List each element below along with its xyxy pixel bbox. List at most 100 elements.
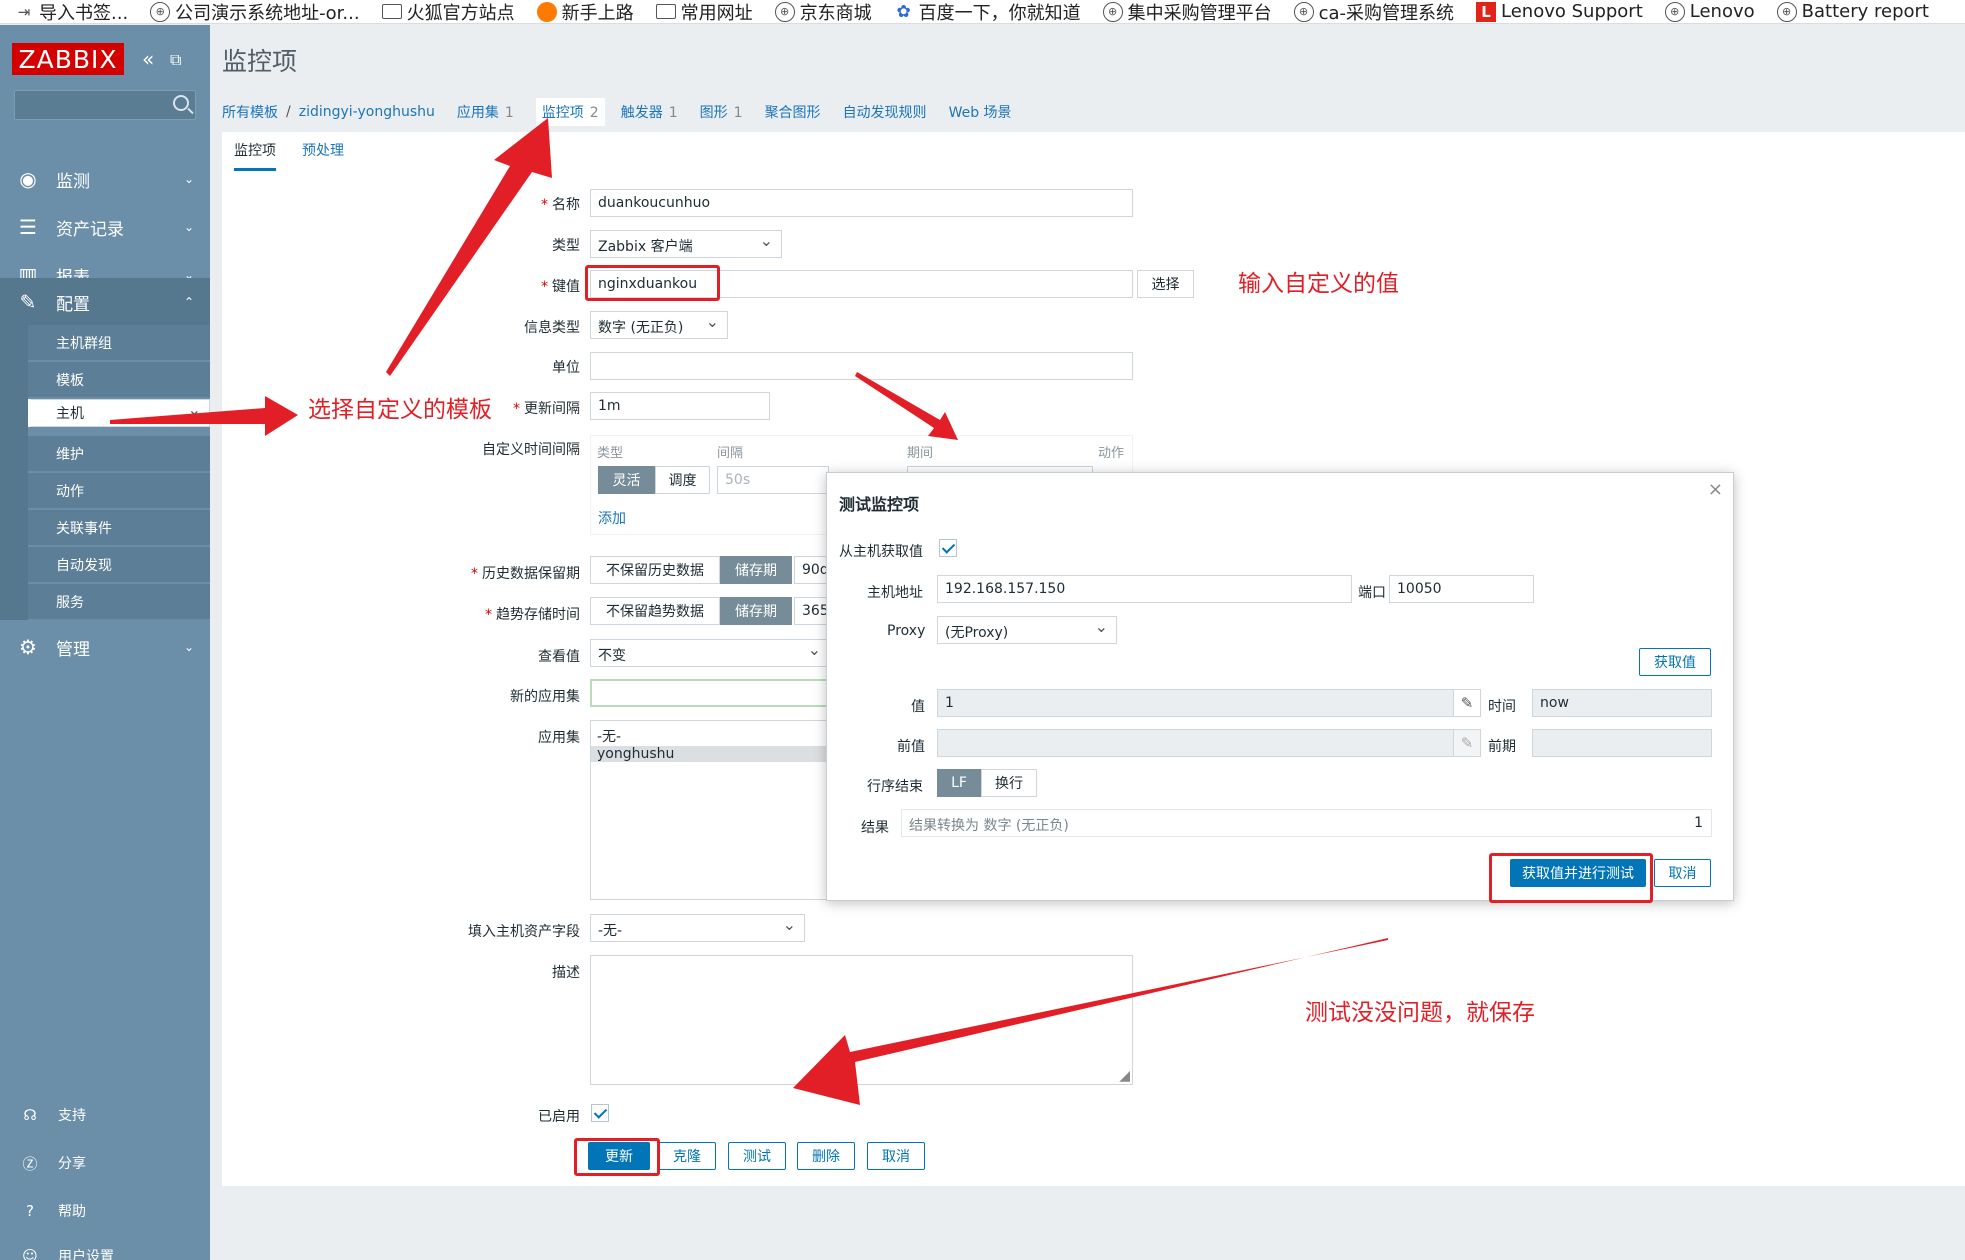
- search-icon[interactable]: [173, 95, 189, 111]
- tab-applications[interactable]: 应用集 1: [457, 102, 514, 122]
- footer-support[interactable]: ☊ 支持: [0, 1097, 210, 1133]
- tab-preprocessing[interactable]: 预处理: [302, 140, 344, 160]
- inventory-select[interactable]: -无-: [590, 914, 805, 942]
- prev-value-input[interactable]: [937, 729, 1454, 757]
- sidebar-item-discovery[interactable]: 自动发现: [28, 547, 210, 583]
- history-do-not-keep-button[interactable]: 不保留历史数据: [590, 556, 720, 584]
- proxy-select[interactable]: (无Proxy): [937, 616, 1117, 644]
- new-application-input[interactable]: [590, 679, 830, 707]
- eol-lf-button[interactable]: LF: [937, 769, 981, 797]
- zabbix-logo[interactable]: ZABBIX: [12, 43, 124, 75]
- port-input[interactable]: 10050: [1389, 575, 1534, 603]
- tab-item[interactable]: 监控项: [234, 140, 276, 171]
- trends-storage-button[interactable]: 储存期: [720, 597, 792, 625]
- bookmark-procurement[interactable]: ⊕ 集中采购管理平台: [1102, 0, 1272, 23]
- key-select-button[interactable]: 选择: [1137, 270, 1194, 298]
- eol-crlf-button[interactable]: 换行: [981, 769, 1037, 797]
- sidebar-item-hosts[interactable]: 主机: [28, 399, 210, 427]
- globe-icon: ⊕: [1102, 1, 1123, 22]
- from-host-label: 从主机获取值: [839, 544, 923, 560]
- bookmark-lenovo[interactable]: ⊕ Lenovo: [1664, 1, 1755, 22]
- bookmark-battery[interactable]: ⊕ Battery report: [1776, 1, 1929, 22]
- application-option-yonghushu[interactable]: yonghushu: [591, 746, 829, 762]
- unit-input[interactable]: [590, 352, 1133, 380]
- sidebar-item-inventory[interactable]: ☰ 资产记录 ⌄: [0, 205, 210, 249]
- sidebar-item-services[interactable]: 服务: [28, 584, 210, 620]
- sidebar-item-actions[interactable]: 动作: [28, 473, 210, 509]
- new-application-label: 新的应用集: [510, 689, 580, 705]
- kiosk-icon[interactable]: ⧉: [170, 50, 181, 70]
- trends-label: * 趋势存储时间: [485, 607, 580, 623]
- cancel-button[interactable]: 取消: [867, 1142, 925, 1170]
- tab-graphs[interactable]: 图形 1: [700, 102, 743, 122]
- dialog-cancel-button[interactable]: 取消: [1654, 859, 1711, 887]
- close-icon[interactable]: ×: [1708, 479, 1723, 500]
- sidebar-item-config[interactable]: ✎ 配置 ⌃: [0, 278, 210, 326]
- delete-button[interactable]: 删除: [797, 1142, 855, 1170]
- bookmarks-bar: ⇥ 导入书签... ⊕ 公司演示系统地址-or... 火狐官方站点 新手上路 常用网…: [0, 0, 1965, 24]
- trends-do-not-keep-button[interactable]: 不保留趋势数据: [590, 597, 720, 625]
- tab-triggers[interactable]: 触发器 1: [621, 102, 678, 122]
- bookmark-getting-started[interactable]: 新手上路: [536, 0, 634, 23]
- custom-interval-input[interactable]: 50s: [717, 466, 829, 494]
- description-textarea[interactable]: ◢: [590, 955, 1133, 1085]
- info-type-select[interactable]: 数字 (无正负): [590, 311, 728, 339]
- get-value-button[interactable]: 获取值: [1639, 648, 1711, 676]
- bookmark-import[interactable]: ⇥ 导入书签...: [14, 0, 128, 24]
- collapse-icon[interactable]: «: [142, 47, 154, 71]
- tab-screens[interactable]: 聚合图形: [765, 102, 821, 122]
- breadcrumb-template[interactable]: zidingyi-yonghushu: [299, 104, 435, 120]
- application-option-none[interactable]: -无-: [591, 721, 829, 746]
- pencil-icon[interactable]: ✎: [1453, 689, 1481, 717]
- resize-handle-icon[interactable]: ◢: [1119, 1068, 1130, 1084]
- tab-web-scenarios[interactable]: Web 场景: [949, 102, 1012, 122]
- show-value-select[interactable]: 不变: [590, 639, 830, 667]
- custom-flexible-button[interactable]: 灵活: [598, 466, 655, 494]
- tab-discovery-rules[interactable]: 自动发现规则: [843, 102, 927, 122]
- sidebar-item-maintenance[interactable]: 维护: [28, 436, 210, 472]
- annotation-box-test-button: [1489, 853, 1653, 903]
- sidebar-item-monitor[interactable]: ◉ 监测 ⌄: [0, 157, 210, 201]
- globe-icon: ⊕: [1293, 1, 1314, 22]
- lenovo-icon: L: [1476, 1, 1497, 22]
- bookmark-lenovo-support[interactable]: L Lenovo Support: [1476, 1, 1643, 22]
- prev-time-input[interactable]: [1532, 729, 1712, 757]
- history-storage-button[interactable]: 储存期: [720, 556, 792, 584]
- bookmark-company-demo[interactable]: ⊕ 公司演示系统地址-or...: [150, 0, 360, 23]
- bookmark-baidu[interactable]: ✿ 百度一下，你就知道: [894, 0, 1080, 24]
- applications-listbox[interactable]: -无- yonghushu: [590, 720, 830, 900]
- footer-user-settings[interactable]: ☺ 用户设置: [0, 1238, 210, 1260]
- footer-share[interactable]: Ⓩ 分享: [0, 1145, 210, 1181]
- annotation-save-note: 测试没没问题，就保存: [1305, 1000, 1535, 1026]
- test-button[interactable]: 测试: [728, 1142, 786, 1170]
- sidebar-item-admin[interactable]: ⚙ 管理 ⌄: [0, 625, 210, 669]
- type-select[interactable]: Zabbix 客户端: [590, 230, 782, 258]
- sidebar-item-hostgroups[interactable]: 主机群组: [28, 325, 210, 361]
- enabled-checkbox[interactable]: [591, 1104, 609, 1122]
- prev-value-label: 前值: [897, 739, 925, 755]
- bookmark-ca[interactable]: ⊕ ca-采购管理系统: [1293, 0, 1454, 23]
- sidebar-search-input[interactable]: [14, 90, 196, 120]
- breadcrumb-separator: /: [286, 104, 291, 120]
- clone-button[interactable]: 克隆: [658, 1142, 716, 1170]
- time-input[interactable]: now: [1532, 689, 1712, 717]
- name-input[interactable]: duankoucunhuo: [590, 189, 1133, 217]
- breadcrumb: 所有模板 / zidingyi-yonghushu 应用集 1 监控项 2 触发器 1…: [222, 92, 1965, 132]
- sidebar-item-templates[interactable]: 模板: [28, 362, 210, 398]
- bookmark-jd[interactable]: ⊕ 京东商城: [774, 0, 872, 23]
- bookmark-common-sites[interactable]: 常用网址: [655, 0, 753, 23]
- tab-items[interactable]: 监控项 2: [535, 98, 605, 126]
- interval-input[interactable]: 1m: [590, 392, 770, 420]
- help-icon: ?: [26, 1202, 34, 1220]
- time-label: 时间: [1488, 699, 1516, 715]
- bookmark-firefox-site[interactable]: 火狐官方站点: [381, 0, 515, 23]
- host-address-input[interactable]: 192.168.157.150: [937, 575, 1352, 603]
- custom-add-link[interactable]: 添加: [598, 508, 626, 528]
- custom-scheduling-button[interactable]: 调度: [655, 466, 710, 494]
- footer-help[interactable]: ? 帮助: [0, 1193, 210, 1229]
- breadcrumb-all-templates[interactable]: 所有模板: [222, 102, 278, 122]
- from-host-checkbox[interactable]: [939, 539, 957, 557]
- sidebar-item-correlation[interactable]: 关联事件: [28, 510, 210, 546]
- value-input[interactable]: 1: [937, 689, 1454, 717]
- applications-label: 应用集: [538, 730, 580, 746]
